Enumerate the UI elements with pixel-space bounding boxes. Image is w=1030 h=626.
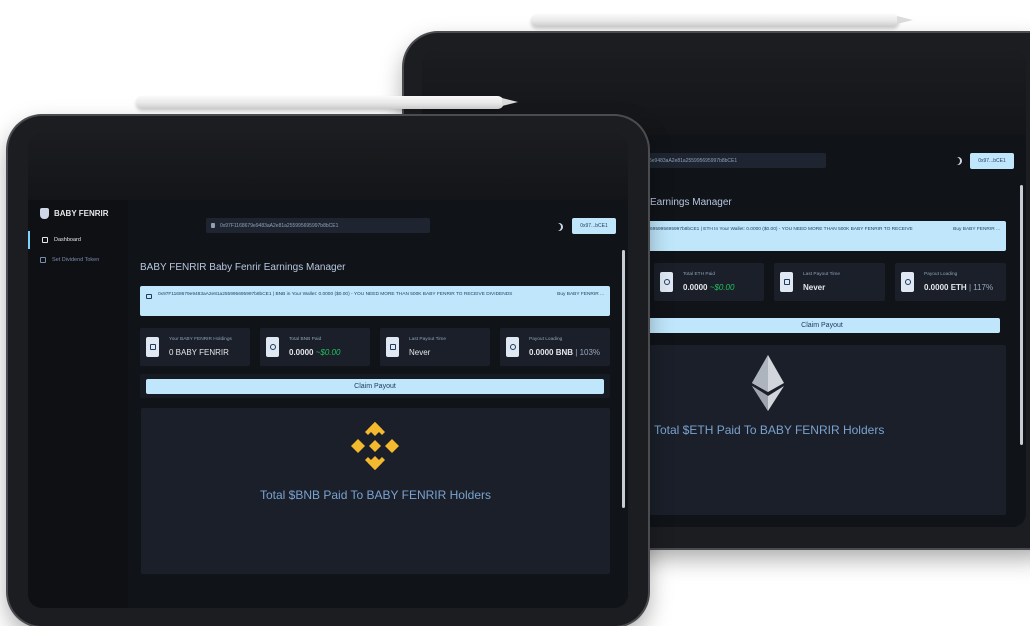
sidebar-item-set-dividend-token[interactable]: Set Dividend Token <box>28 251 128 269</box>
back-card-payout-loading: Payout Loading 0.0000 ETH | 117% <box>895 263 1006 301</box>
back-page-title: Earnings Manager <box>650 197 732 208</box>
card-value: 0 BABY FENRIR <box>169 348 229 357</box>
bnb-logo-icon <box>351 422 399 470</box>
bnb-coin-icon <box>266 337 279 357</box>
page-title: BABY FENRIR Baby Fenrir Earnings Manager <box>140 262 346 273</box>
product-scene: 5e9483aA2e81a255995695997b8bCE1 0x97...b… <box>0 0 1030 626</box>
card-label: Your BABY FENRIR Holdings <box>169 337 232 342</box>
back-pencil <box>531 14 913 27</box>
claim-payout-button[interactable]: Claim Payout <box>146 379 604 394</box>
fenrir-logo-icon <box>40 208 49 219</box>
front-app: BABY FENRIR Dashboard Set Dividend Token… <box>28 200 628 608</box>
card-total-bnb: Total BNB Paid 0.0000 ~$0.00 <box>260 328 370 366</box>
front-screen-top <box>28 134 628 200</box>
buy-link[interactable]: Buy BABY FENRIR ... <box>552 291 604 298</box>
card-label: Total ETH Paid <box>683 272 715 277</box>
card-last-payout: Last Payout Time Never <box>380 328 490 366</box>
clock-icon <box>506 337 519 357</box>
brand: BABY FENRIR <box>40 208 109 219</box>
theme-toggle-icon[interactable] <box>555 223 563 231</box>
total-panel: Total $BNB Paid To BABY FENRIR Holders <box>141 408 610 574</box>
wallet-address-icon <box>211 223 215 228</box>
lock-icon <box>780 272 793 292</box>
sidebar-item-label: Set Dividend Token <box>52 257 100 263</box>
sidebar-item-dashboard[interactable]: Dashboard <box>28 231 128 249</box>
wallet-card-icon <box>146 337 159 357</box>
back-theme-toggle-icon[interactable] <box>954 157 962 165</box>
back-total-text: Total $ETH Paid To BABY FENRIR Holders <box>654 423 885 437</box>
total-text: Total $BNB Paid To BABY FENRIR Holders <box>260 488 491 502</box>
back-card-total-eth: Total ETH Paid 0.0000 ~$0.00 <box>654 263 764 301</box>
home-icon <box>42 237 48 243</box>
back-buy-link[interactable]: Buy BABY FENRIR ... <box>948 226 1000 233</box>
card-label: Last Payout Time <box>803 272 841 277</box>
front-screen: BABY FENRIR Dashboard Set Dividend Token… <box>28 134 628 608</box>
ethereum-logo-icon <box>752 355 784 411</box>
card-value: 0.0000 BNB | 103% <box>529 348 601 357</box>
wallet-icon <box>40 257 46 263</box>
card-value: Never <box>409 348 431 357</box>
front-tablet: BABY FENRIR Dashboard Set Dividend Token… <box>8 116 648 626</box>
card-value: 0.0000 ~$0.00 <box>683 283 735 292</box>
lock-icon <box>386 337 399 357</box>
clock-icon <box>901 272 914 292</box>
back-wallet-button[interactable]: 0x97...bCE1 <box>970 153 1014 169</box>
sidebar: BABY FENRIR Dashboard Set Dividend Token <box>28 200 128 608</box>
back-card-last-payout: Last Payout Time Never <box>774 263 885 301</box>
card-label: Payout Loading <box>924 272 958 277</box>
front-pencil <box>136 96 518 109</box>
card-value: 0.0000 ~$0.00 <box>289 348 341 357</box>
back-notice-text: 695995695997b8bCE1 | ETH In Your Wallet:… <box>650 227 913 232</box>
card-holdings: Your BABY FENRIR Holdings 0 BABY FENRIR <box>140 328 250 366</box>
address-text: 0x97F1168679e9483aA2e81a255995695997b8bC… <box>220 222 339 229</box>
scrollbar[interactable] <box>622 250 625 508</box>
card-value: Never <box>803 283 826 292</box>
back-total-panel: Total $ETH Paid To BABY FENRIR Holders <box>644 345 1006 515</box>
back-address-bar[interactable]: 5e9483aA2e81a255995695997b8bCE1 <box>644 153 826 168</box>
card-label: Last Payout Time <box>409 337 447 342</box>
card-label: Total BNB Paid <box>289 337 322 342</box>
back-wallet-notice: 695995695997b8bCE1 | ETH In Your Wallet:… <box>644 221 1006 251</box>
card-label: Payout Loading <box>529 337 563 342</box>
eth-coin-icon <box>660 272 673 292</box>
sidebar-item-label: Dashboard <box>54 237 81 243</box>
wallet-button[interactable]: 0x97...bCE1 <box>572 218 616 234</box>
back-address-text: 5e9483aA2e81a255995695997b8bCE1 <box>649 157 738 164</box>
card-value: 0.0000 ETH | 117% <box>924 283 994 292</box>
wallet-notice-icon <box>146 294 152 299</box>
wallet-notice: 0x97F1168679e9483aA2e81a255995695997b8bC… <box>140 286 610 316</box>
back-claim-payout-button[interactable]: Claim Payout <box>644 318 1000 333</box>
back-scrollbar[interactable] <box>1020 185 1023 445</box>
brand-name: BABY FENRIR <box>54 209 109 218</box>
address-bar[interactable]: 0x97F1168679e9483aA2e81a255995695997b8bC… <box>206 218 430 233</box>
card-payout-loading: Payout Loading 0.0000 BNB | 103% <box>500 328 610 366</box>
notice-text: 0x97F1168679e9483aA2e81a255995695997b8bC… <box>158 292 513 297</box>
